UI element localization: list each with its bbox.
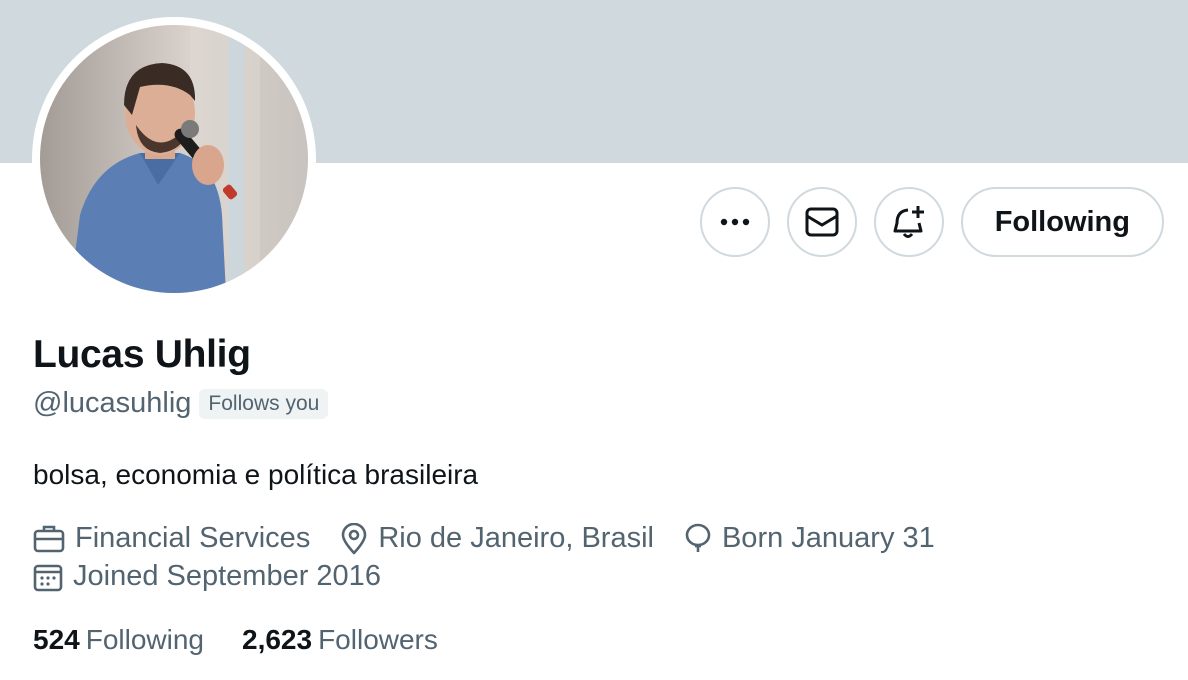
profile-actions: Following — [699, 187, 1164, 257]
profile-handle: @lucasuhlig — [33, 387, 192, 419]
follows-you-badge: Follows you — [199, 388, 329, 419]
followers-stat[interactable]: 2,623 Followers — [242, 624, 438, 656]
avatar[interactable] — [40, 25, 308, 293]
category-text: Financial Services — [75, 522, 311, 554]
envelope-icon — [805, 207, 839, 237]
profile-meta-row-2: Joined September 2016 — [33, 560, 411, 593]
avatar-photo — [40, 25, 308, 293]
following-label: Following — [85, 624, 204, 655]
more-button[interactable] — [699, 187, 770, 257]
profile-stats: 524 Following 2,623 Followers — [33, 624, 476, 656]
meta-category: Financial Services — [33, 522, 310, 555]
message-button[interactable] — [786, 187, 857, 257]
calendar-icon — [33, 564, 63, 591]
joined-text: Joined September 2016 — [73, 560, 381, 592]
notify-button[interactable] — [873, 187, 944, 257]
handle-row: @lucasuhlig Follows you — [33, 387, 329, 420]
bell-plus-icon — [893, 206, 924, 238]
meta-birthday: Born January 31 — [684, 522, 935, 555]
following-stat[interactable]: 524 Following — [33, 624, 204, 656]
followers-count: 2,623 — [242, 624, 313, 655]
balloon-icon — [685, 523, 711, 552]
avatar-frame — [32, 17, 316, 301]
following-count: 524 — [33, 624, 80, 655]
meta-location: Rio de Janeiro, Brasil — [340, 522, 654, 555]
location-pin-icon — [342, 522, 367, 554]
location-text: Rio de Janeiro, Brasil — [378, 522, 654, 554]
birthday-text: Born January 31 — [721, 522, 935, 554]
profile-name: Lucas Uhlig — [33, 333, 251, 376]
profile-meta-row: Financial Services Rio de Janeiro, Brasi… — [33, 522, 965, 555]
more-dots-icon — [720, 218, 749, 226]
briefcase-icon — [33, 525, 65, 552]
followers-label: Followers — [318, 624, 438, 655]
following-button[interactable]: Following — [960, 187, 1164, 257]
meta-joined: Joined September 2016 — [33, 560, 381, 593]
profile-bio: bolsa, economia e política brasileira — [33, 459, 479, 490]
